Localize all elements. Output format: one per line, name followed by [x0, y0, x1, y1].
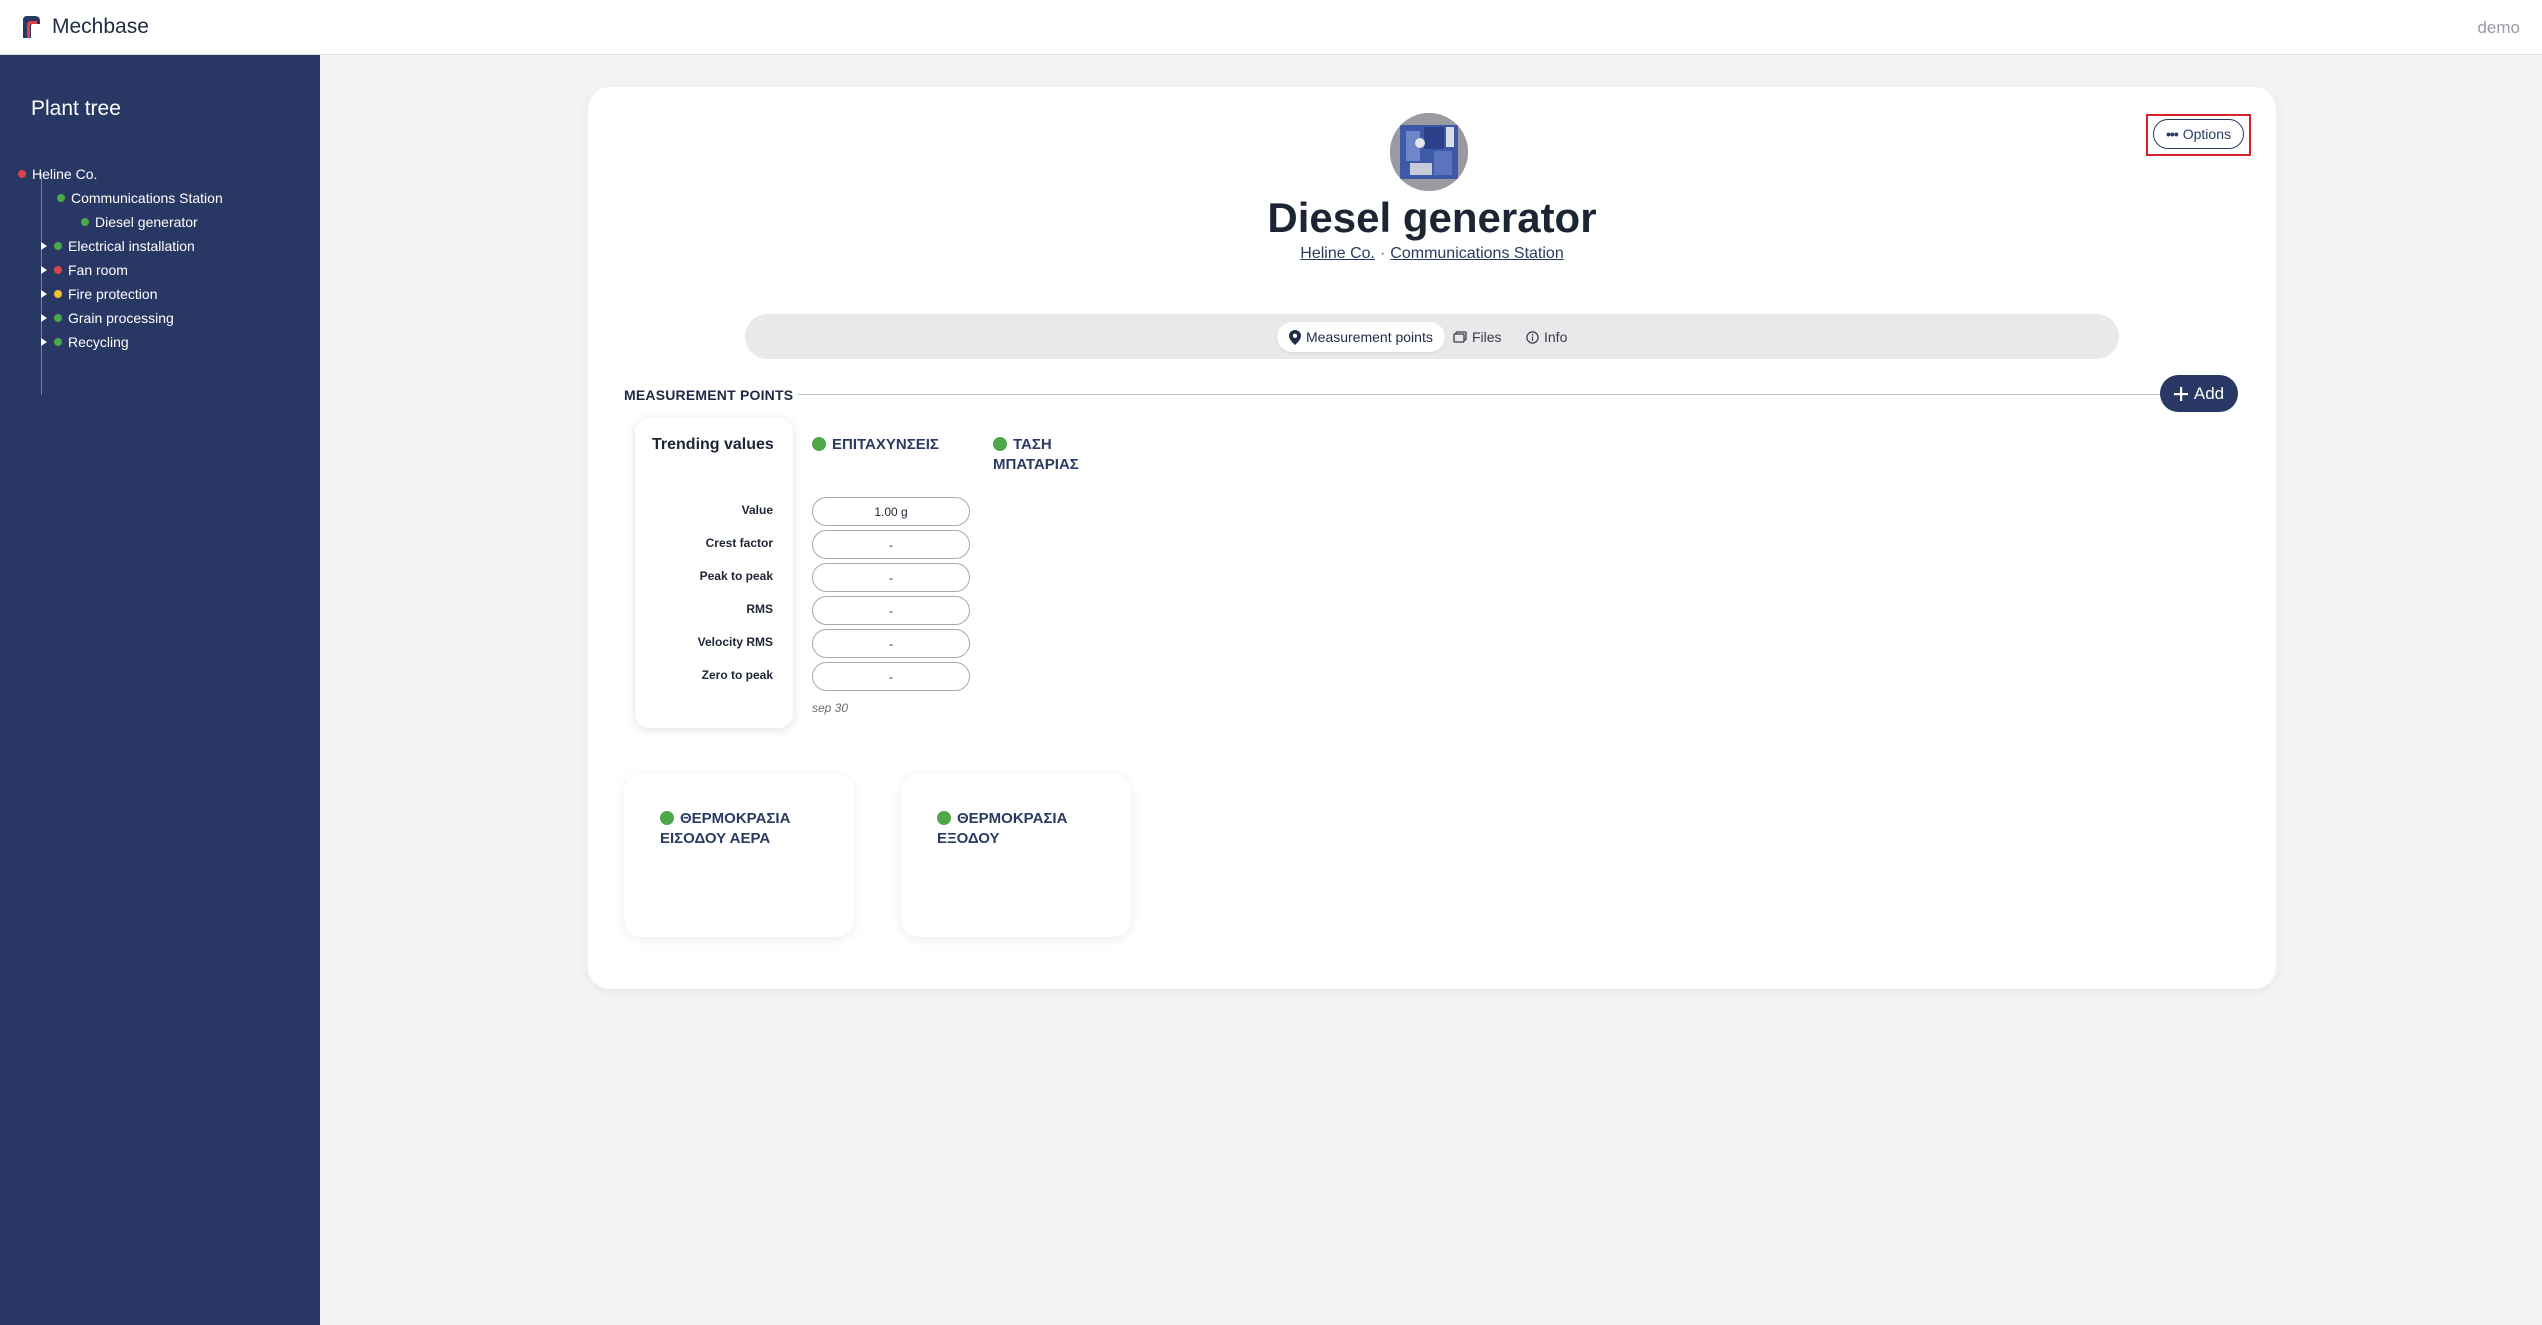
app-title[interactable]: Mechbase	[52, 15, 149, 39]
sidebar-title: Plant tree	[31, 97, 121, 120]
status-dot	[57, 194, 65, 202]
status-dot	[660, 811, 674, 825]
mechbase-logo-icon[interactable]	[20, 15, 42, 39]
user-menu[interactable]: demo	[2477, 18, 2520, 38]
add-measurement-point-button[interactable]: Add	[2160, 375, 2238, 412]
metric-label-rms: RMS	[746, 602, 773, 616]
breadcrumb-separator: ·	[1379, 245, 1386, 262]
measurement-point-header: ΘΕΡΜΟΚΡΑΣΙΑ ΕΞΟΔΟΥ	[937, 809, 1117, 849]
measurement-point-tasi-mpatarias[interactable]: ΤΑΣΗ ΜΠΑΤΑΡΙΑΣ	[993, 435, 1103, 475]
measurement-point-name: ΕΠΙΤΑΧΥΝΣΕΙΣ	[832, 436, 939, 453]
caret-right-icon[interactable]	[38, 311, 50, 325]
tree-item-fire-protection[interactable]: Fire protection	[38, 283, 157, 305]
files-icon	[1453, 331, 1467, 343]
tree-item-label: Grain processing	[68, 310, 174, 326]
metric-label-value: Value	[741, 503, 773, 517]
status-dot	[993, 437, 1007, 451]
measurement-point-card-air-inlet-temperature[interactable]: ΘΕΡΜΟΚΡΑΣΙΑ ΕΙΣΟΔΟΥ ΑΕΡΑ	[624, 774, 854, 937]
metric-value-pill: -	[812, 662, 970, 691]
section-divider	[798, 394, 2173, 395]
tab-label: Files	[1472, 329, 1502, 345]
status-dot	[54, 290, 62, 298]
options-button[interactable]: ••• Options	[2153, 119, 2244, 149]
map-pin-icon	[1289, 329, 1301, 345]
status-dot	[54, 338, 62, 346]
sidebar: Plant tree Heline Co. Communications Sta…	[0, 55, 320, 1325]
options-label: Options	[2182, 126, 2231, 142]
breadcrumb-link-communications-station[interactable]: Communications Station	[1390, 245, 1563, 262]
caret-right-icon[interactable]	[38, 263, 50, 277]
top-bar: Mechbase demo	[0, 0, 2542, 55]
tree-item-communications-station[interactable]: Communications Station	[57, 187, 223, 209]
status-dot	[54, 314, 62, 322]
more-dots-icon: •••	[2166, 126, 2179, 142]
measurement-point-epitachynseis[interactable]: ΕΠΙΤΑΧΥΝΣΕΙΣ	[812, 435, 952, 455]
breadcrumb: Heline Co. · Communications Station	[588, 245, 2276, 263]
tree-item-label: Electrical installation	[68, 238, 195, 254]
tree-item-electrical-installation[interactable]: Electrical installation	[38, 235, 195, 257]
metric-label-zero-to-peak: Zero to peak	[701, 668, 773, 682]
status-dot	[812, 437, 826, 451]
tab-label: Measurement points	[1306, 329, 1433, 345]
metric-value-pill: -	[812, 530, 970, 559]
page-title: Diesel generator	[1267, 194, 1597, 241]
metric-value-pill: 1.00 g	[812, 497, 970, 526]
caret-right-icon[interactable]	[38, 239, 50, 253]
tree-item-label: Fire protection	[68, 286, 158, 302]
tree-item-label: Heline Co.	[32, 166, 98, 182]
tree-item-recycling[interactable]: Recycling	[38, 331, 129, 353]
info-icon	[1526, 330, 1539, 344]
tab-files[interactable]: Files	[1453, 322, 1502, 352]
asset-avatar	[1390, 113, 1468, 191]
asset-card: ••• Options Diesel generator Heline Co. ·…	[588, 87, 2276, 989]
metric-label-peak-to-peak: Peak to peak	[699, 569, 773, 583]
tab-label: Info	[1544, 329, 1568, 345]
caret-right-icon[interactable]	[38, 335, 50, 349]
metric-value-pill: -	[812, 629, 970, 658]
metric-label-crest-factor: Crest factor	[705, 536, 773, 550]
tab-measurement-points[interactable]: Measurement points	[1277, 322, 1445, 352]
status-dot	[54, 266, 62, 274]
plus-icon	[2173, 386, 2188, 401]
asset-photo-icon	[1390, 113, 1468, 191]
status-dot	[81, 218, 89, 226]
tab-bar: Measurement points Files Info	[745, 314, 2119, 359]
measurement-point-name: ΘΕΡΜΟΚΡΑΣΙΑ ΕΞΟΔΟΥ	[937, 810, 1068, 847]
tree-item-label: Fan room	[68, 262, 128, 278]
tree-item-label: Diesel generator	[95, 214, 198, 230]
trending-values-card: Trending values Value Crest factor Peak …	[635, 418, 793, 728]
measurement-point-card-outlet-temperature[interactable]: ΘΕΡΜΟΚΡΑΣΙΑ ΕΞΟΔΟΥ	[901, 774, 1131, 937]
tree-item-diesel-generator[interactable]: Diesel generator	[81, 211, 198, 233]
tree-item-fan-room[interactable]: Fan room	[38, 259, 128, 281]
metric-value-pill: -	[812, 596, 970, 625]
tree-item-label: Communications Station	[71, 190, 223, 206]
caret-right-icon[interactable]	[38, 287, 50, 301]
tree-item-label: Recycling	[68, 334, 129, 350]
tree-item-grain-processing[interactable]: Grain processing	[38, 307, 174, 329]
trending-title: Trending values	[652, 436, 774, 453]
metric-label-velocity-rms: Velocity RMS	[697, 635, 773, 649]
status-dot	[18, 170, 26, 178]
status-dot	[937, 811, 951, 825]
measurement-point-header: ΘΕΡΜΟΚΡΑΣΙΑ ΕΙΣΟΔΟΥ ΑΕΡΑ	[660, 809, 840, 849]
tree-item-heline-co[interactable]: Heline Co.	[18, 163, 97, 185]
breadcrumb-link-heline-co[interactable]: Heline Co.	[1300, 245, 1375, 262]
measurement-date: sep 30	[812, 701, 849, 715]
section-title: MEASUREMENT POINTS	[624, 387, 794, 403]
measurement-point-name: ΘΕΡΜΟΚΡΑΣΙΑ ΕΙΣΟΔΟΥ ΑΕΡΑ	[660, 810, 791, 847]
status-dot	[54, 242, 62, 250]
metric-value-pill: -	[812, 563, 970, 592]
tab-info[interactable]: Info	[1526, 322, 1567, 352]
add-label: Add	[2193, 383, 2225, 403]
